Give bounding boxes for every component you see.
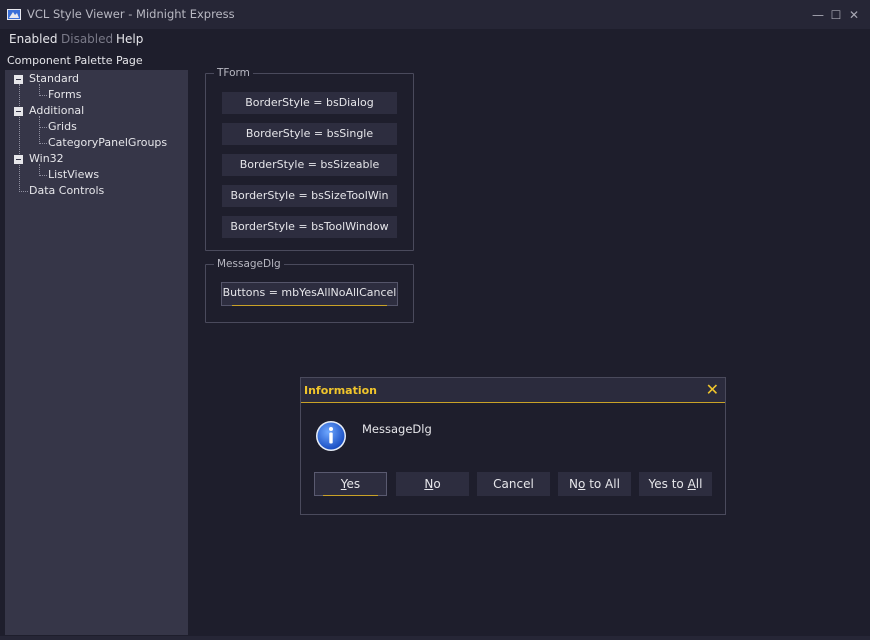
yes-button-label-post: es: [346, 477, 361, 491]
tree-node-win32[interactable]: Win32: [29, 152, 64, 165]
yes-to-all-accelerator: A: [687, 477, 696, 491]
tree-line: [39, 127, 47, 128]
bssizetoolwin-button[interactable]: BorderStyle = bsSizeToolWin: [222, 185, 397, 207]
tree-line: [39, 116, 40, 144]
menu-enabled[interactable]: Enabled: [9, 32, 58, 46]
dialog-close-icon[interactable]: ✕: [706, 381, 719, 399]
dialog-message: MessageDlg: [362, 422, 432, 436]
menu-disabled: Disabled: [61, 32, 114, 46]
bstoolwindow-button[interactable]: BorderStyle = bsToolWindow: [222, 216, 397, 238]
tree-node-categorypanelgroups[interactable]: CategoryPanelGroups: [48, 136, 167, 149]
collapse-icon[interactable]: [14, 75, 23, 84]
tform-group-caption: TForm: [214, 67, 253, 79]
minimize-icon[interactable]: —: [811, 8, 825, 22]
tree-node-additional[interactable]: Additional: [29, 104, 84, 117]
bssingle-button[interactable]: BorderStyle = bsSingle: [222, 123, 397, 145]
cancel-button-label: Cancel: [493, 477, 534, 491]
yes-button[interactable]: Yes: [314, 472, 387, 496]
bsdialog-button[interactable]: BorderStyle = bsDialog: [222, 92, 397, 114]
messagedlg-group: MessageDlg Buttons = mbYesAllNoAllCancel: [205, 258, 414, 323]
no-to-all-label-post: to All: [585, 477, 620, 491]
tree-line: [19, 191, 28, 192]
tree-line: [19, 84, 20, 192]
mbyesallnoallcancel-button[interactable]: Buttons = mbYesAllNoAllCancel: [221, 282, 398, 306]
title-bar[interactable]: VCL Style Viewer - Midnight Express — ☐ …: [0, 0, 870, 29]
no-to-all-button[interactable]: No to All: [558, 472, 631, 496]
yes-to-all-label-post: ll: [695, 477, 703, 491]
tree-line: [39, 175, 47, 176]
yes-to-all-label-pre: Yes to: [648, 477, 688, 491]
tform-group: TForm BorderStyle = bsDialog BorderStyle…: [205, 67, 414, 251]
menu-bar: Enabled Disabled Help: [0, 29, 870, 51]
collapse-icon[interactable]: [14, 107, 23, 116]
app-icon: [7, 9, 21, 20]
collapse-icon[interactable]: [14, 155, 23, 164]
tree-node-forms[interactable]: Forms: [48, 88, 81, 101]
window-title: VCL Style Viewer - Midnight Express: [27, 7, 235, 21]
tree-line: [39, 95, 47, 96]
messagedlg-group-caption: MessageDlg: [214, 258, 284, 270]
close-icon[interactable]: ✕: [847, 8, 861, 22]
no-to-all-label-pre: N: [569, 477, 579, 491]
no-button-accelerator: N: [424, 477, 434, 491]
component-tree[interactable]: Standard Forms Additional Grids Category…: [5, 70, 188, 635]
no-button-label-post: o: [433, 477, 441, 491]
tree-node-listviews[interactable]: ListViews: [48, 168, 99, 181]
dialog-title: Information: [304, 384, 377, 397]
window-bottom-edge: [0, 636, 870, 640]
bssizeable-button[interactable]: BorderStyle = bsSizeable: [222, 154, 397, 176]
tree-node-grids[interactable]: Grids: [48, 120, 77, 133]
tree-line: [39, 143, 47, 144]
cancel-button[interactable]: Cancel: [477, 472, 550, 496]
information-dialog: Information ✕ MessageDlg Yes No Cancel N…: [300, 377, 726, 515]
information-icon: [316, 421, 346, 451]
no-button[interactable]: No: [396, 472, 469, 496]
yes-to-all-button[interactable]: Yes to All: [639, 472, 712, 496]
tree-node-data-controls[interactable]: Data Controls: [29, 184, 104, 197]
component-palette-heading: Component Palette Page: [7, 54, 143, 67]
maximize-icon[interactable]: ☐: [829, 8, 843, 22]
dialog-title-bar[interactable]: Information ✕: [301, 378, 725, 403]
tree-node-standard[interactable]: Standard: [29, 72, 79, 85]
menu-help[interactable]: Help: [116, 32, 143, 46]
